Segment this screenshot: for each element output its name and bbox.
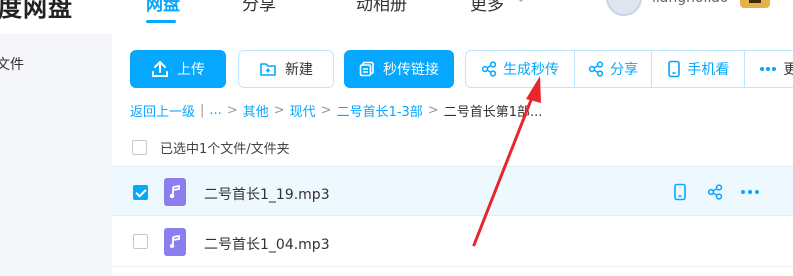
annotation-arrow	[472, 76, 541, 247]
